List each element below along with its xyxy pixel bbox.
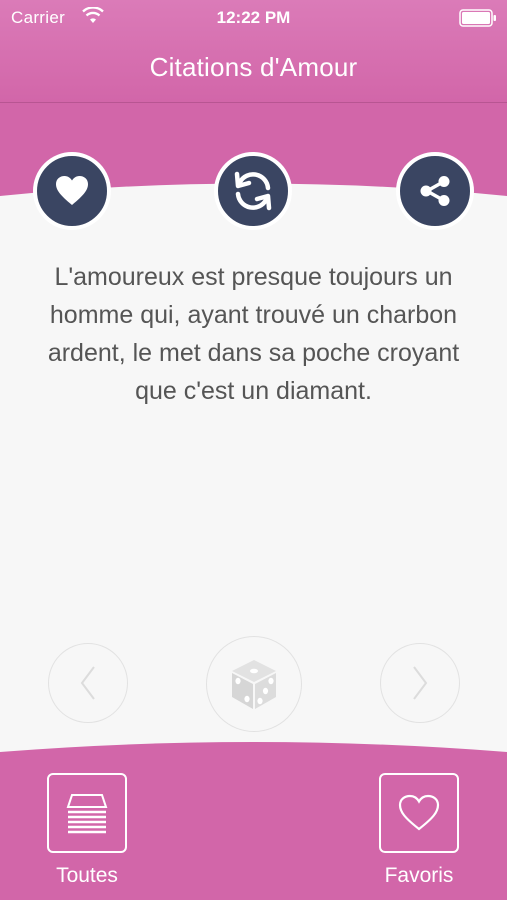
chevron-left-icon <box>80 666 95 700</box>
favorite-button[interactable] <box>33 152 111 230</box>
clock: 12:22 PM <box>216 8 291 27</box>
tab-all-quotes-label[interactable]: Toutes <box>27 864 147 888</box>
tab-all-quotes[interactable] <box>47 773 127 853</box>
quote-text: L'amoureux est presque toujours un homme… <box>47 263 460 405</box>
navigation-bar: Carrier 12:22 PM Citations d'Amour <box>0 0 507 103</box>
share-button[interactable] <box>396 152 474 230</box>
random-button[interactable] <box>206 636 302 732</box>
heart-icon <box>56 176 88 205</box>
heart-outline-icon <box>398 794 440 831</box>
chevron-right-icon <box>413 666 428 700</box>
next-button[interactable] <box>380 643 460 723</box>
tab-favorites[interactable] <box>379 773 459 853</box>
page-title: Citations d'Amour <box>149 52 358 82</box>
refresh-button[interactable] <box>214 152 292 230</box>
status-bar: Carrier 12:22 PM <box>0 0 507 36</box>
share-icon <box>420 176 450 206</box>
previous-button[interactable] <box>48 643 128 723</box>
dice-icon <box>232 660 276 709</box>
tab-favorites-label[interactable]: Favoris <box>359 864 479 888</box>
battery-icon <box>459 9 496 27</box>
stack-icon <box>66 794 108 834</box>
refresh-icon <box>234 171 272 211</box>
